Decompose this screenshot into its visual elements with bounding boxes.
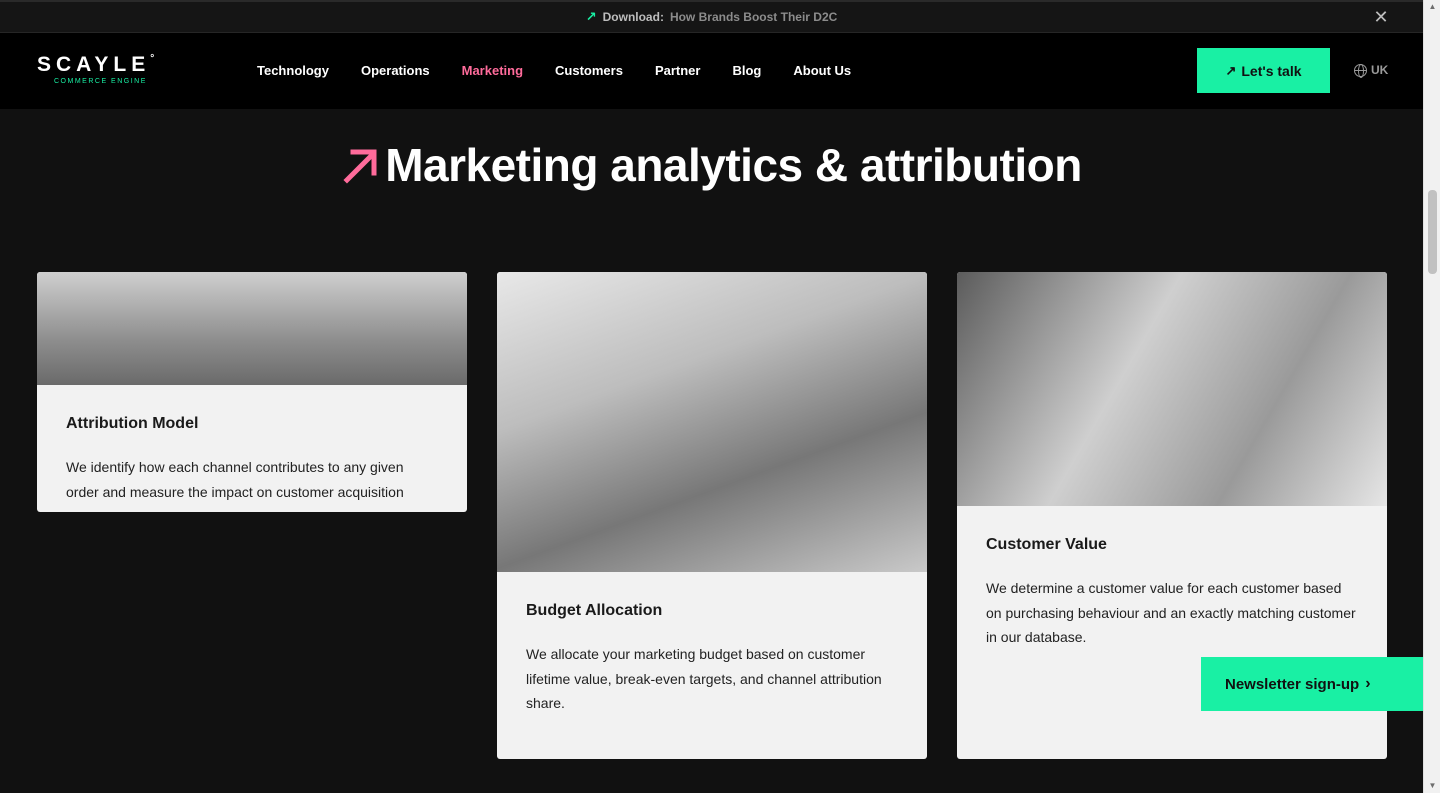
card-title: Budget Allocation <box>526 602 663 619</box>
card-attribution-model[interactable]: Attribution Model We identify how each c… <box>37 272 467 512</box>
card-budget-allocation[interactable]: Budget Allocation We allocate your marke… <box>497 272 927 759</box>
arrow-up-right-icon: ↗ <box>1225 62 1237 78</box>
download-label: Download: <box>602 10 664 24</box>
page-title: Marketing analytics & attribution <box>385 139 1082 191</box>
scroll-up-icon[interactable]: ▲ <box>1424 0 1440 14</box>
arrow-up-right-icon <box>343 149 377 184</box>
card-image <box>37 272 467 385</box>
card-text: We allocate your marketing budget based … <box>526 646 882 711</box>
announcement-bar: ↗ Download: How Brands Boost Their D2C ✕ <box>0 0 1423 33</box>
card-text: We identify how each channel contributes… <box>66 459 404 500</box>
announcement-link[interactable]: How Brands Boost Their D2C <box>670 10 837 24</box>
globe-icon <box>1354 63 1367 78</box>
logo[interactable]: SCAYLE° COMMERCE ENGINE <box>37 53 167 93</box>
registered-icon: ° <box>150 53 155 64</box>
nav-blog[interactable]: Blog <box>732 63 761 78</box>
nav-partner[interactable]: Partner <box>655 63 701 78</box>
nav-operations[interactable]: Operations <box>361 63 430 78</box>
lets-talk-button[interactable]: ↗ Let's talk <box>1197 48 1330 93</box>
language-selector[interactable]: UK <box>1354 63 1388 78</box>
arrow-up-right-icon: ↗ <box>585 9 597 24</box>
nav-customers[interactable]: Customers <box>555 63 623 78</box>
card-image <box>497 272 927 572</box>
section-heading: Marketing analytics & attribution <box>0 138 1423 192</box>
card-image <box>957 272 1387 506</box>
close-icon[interactable]: ✕ <box>1373 8 1389 26</box>
card-title: Attribution Model <box>66 415 199 432</box>
logo-subtitle: COMMERCE ENGINE <box>54 78 147 85</box>
nav-about-us[interactable]: About Us <box>793 63 851 78</box>
main-nav: Technology Operations Marketing Customer… <box>257 63 883 78</box>
site-header: SCAYLE° COMMERCE ENGINE Technology Opera… <box>0 33 1423 109</box>
newsletter-signup-button[interactable]: Newsletter sign-up › <box>1201 657 1423 711</box>
card-text: We determine a customer value for each c… <box>986 580 1356 645</box>
logo-wordmark: SCAYLE° <box>37 53 155 76</box>
scrollbar[interactable]: ▲ ▼ <box>1423 0 1440 793</box>
scrollbar-thumb[interactable] <box>1428 190 1437 274</box>
nav-technology[interactable]: Technology <box>257 63 329 78</box>
chevron-right-icon: › <box>1365 675 1371 692</box>
card-title: Customer Value <box>986 536 1107 553</box>
scroll-down-icon[interactable]: ▼ <box>1424 779 1440 793</box>
nav-marketing[interactable]: Marketing <box>462 63 523 78</box>
